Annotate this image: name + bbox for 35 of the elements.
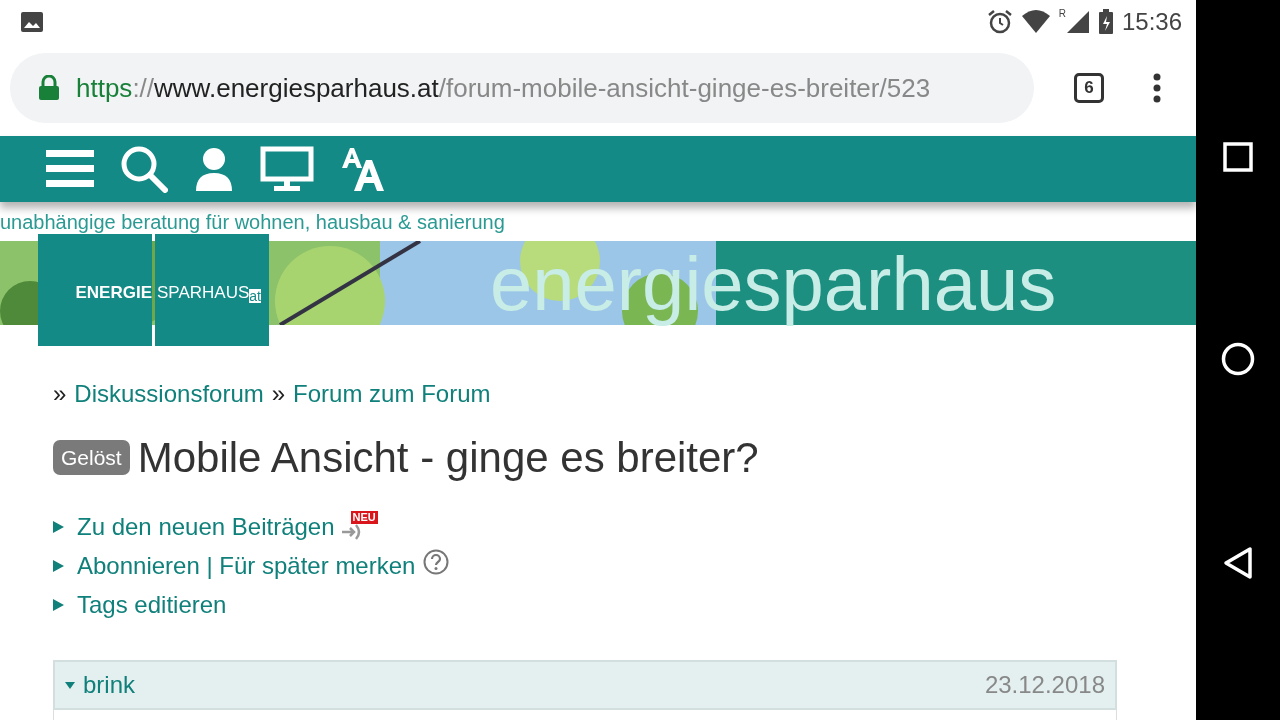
- url-text: https://www.energiesparhaus.at/forum-mobile-ansicht-ginge-es-breiter/523: [76, 71, 931, 105]
- bullet-icon: [53, 597, 65, 612]
- image-icon: [20, 11, 44, 33]
- menu-icon[interactable]: [1152, 73, 1162, 103]
- battery-icon: [1097, 9, 1114, 35]
- home-icon[interactable]: [1221, 342, 1255, 376]
- alarm-icon: [986, 9, 1013, 35]
- recents-icon[interactable]: [1223, 142, 1253, 172]
- tab-count-button[interactable]: 6: [1074, 73, 1104, 103]
- breadcrumb-link[interactable]: Diskussionsforum: [74, 376, 264, 412]
- post-author[interactable]: brink: [83, 667, 136, 703]
- monitor-icon[interactable]: [260, 146, 314, 192]
- action-link[interactable]: Abonnieren | Für später merken: [77, 546, 416, 585]
- url-bar[interactable]: https://www.energiesparhaus.at/forum-mobile-ansicht-ginge-es-breiter/523: [10, 53, 1034, 123]
- clock-time: 15:36: [1121, 7, 1182, 37]
- thread-title: Mobile Ansicht - ginge es breiter?: [137, 433, 759, 483]
- help-icon[interactable]: [423, 548, 450, 575]
- roaming-indicator: R: [1058, 9, 1066, 19]
- breadcrumb-separator: »: [271, 379, 286, 409]
- bullet-icon: [53, 519, 65, 534]
- breadcrumb-separator: »: [53, 379, 67, 409]
- action-link[interactable]: Zu den neuen Beiträgen: [77, 507, 335, 546]
- wifi-icon: [1020, 10, 1051, 34]
- user-icon[interactable]: [194, 147, 234, 191]
- status-badge: Gelöst: [53, 439, 130, 476]
- signal-icon: [1065, 9, 1090, 35]
- action-link[interactable]: Tags editieren: [77, 585, 227, 624]
- breadcrumb-link[interactable]: Forum zum Forum: [293, 376, 491, 412]
- back-icon[interactable]: [1223, 546, 1253, 580]
- search-icon[interactable]: [120, 145, 168, 193]
- post-date: 23.12.2018: [984, 670, 1105, 700]
- lock-icon: [38, 75, 60, 101]
- caret-icon[interactable]: [65, 680, 75, 690]
- bullet-icon: [53, 558, 65, 573]
- tagline: unabhängige beratung für wohnen, hausbau & sanierung: [0, 210, 506, 234]
